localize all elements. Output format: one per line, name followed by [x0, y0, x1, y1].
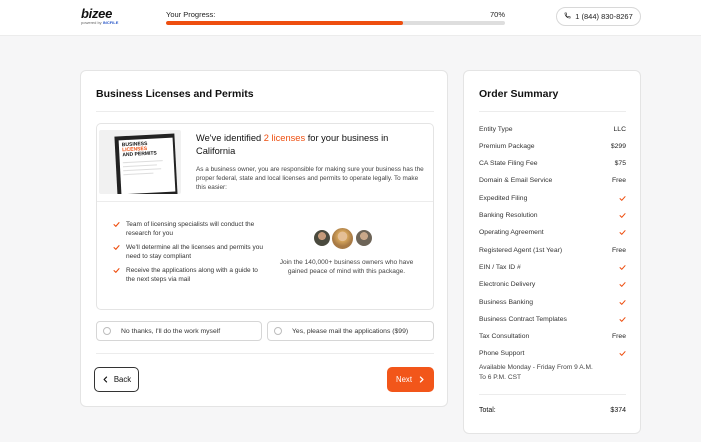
phone-button[interactable]: 1 (844) 830-8267 [556, 7, 641, 26]
progress-label: Your Progress: [166, 10, 216, 19]
mail-applications-option[interactable]: Yes, please mail the applications ($99) [267, 321, 434, 341]
summary-row-label: Operating Agreement [479, 229, 544, 237]
phone-number: 1 (844) 830-8267 [575, 12, 633, 21]
summary-row-value: Free [612, 246, 626, 254]
back-button[interactable]: Back [94, 367, 139, 392]
summary-row-value: $75 [614, 160, 626, 168]
box-divider [97, 201, 433, 202]
licenses-count: 2 licenses [263, 133, 306, 143]
summary-row: Business Banking [479, 297, 626, 307]
check-icon [619, 282, 626, 288]
summary-row: Phone Support [479, 349, 626, 359]
licenses-description: As a business owner, you are responsible… [196, 166, 424, 191]
check-icon [113, 245, 120, 250]
summary-row-label: Entity Type [479, 125, 513, 133]
logo-tagline: powered by INCFILE [81, 20, 119, 25]
summary-row-label: Premium Package [479, 142, 535, 150]
summary-row-label: EIN / Tax ID # [479, 263, 521, 271]
total-label: Total: [479, 407, 496, 414]
list-item: Receive the applications along with a gu… [113, 266, 268, 284]
page-title: Business Licenses and Permits [96, 88, 254, 100]
avatar [312, 228, 332, 248]
summary-row-value: Free [612, 333, 626, 341]
list-item: We'll determine all the licenses and per… [113, 243, 268, 261]
summary-row: EIN / Tax ID # [479, 262, 626, 272]
summary-row-label: Electronic Delivery [479, 281, 536, 289]
back-button-label: Back [113, 375, 132, 384]
next-button-label: Next [395, 375, 413, 384]
summary-row-label: Business Banking [479, 298, 534, 306]
summary-row-label: Banking Resolution [479, 212, 538, 219]
check-icon [619, 299, 626, 305]
check-icon [619, 195, 626, 201]
summary-row: Expedited Filing [479, 193, 626, 203]
next-button[interactable]: Next [387, 367, 434, 392]
check-icon [113, 268, 120, 273]
summary-row: CA State Filing Fee $75 [479, 159, 626, 169]
summary-row: Registered Agent (1st Year) Free [479, 245, 626, 255]
phone-icon [564, 12, 571, 21]
summary-row-label: Domain & Email Service [479, 177, 553, 185]
order-summary-card: Order Summary Entity Type LLC Premium Pack… [463, 70, 641, 434]
summary-row: Electronic Delivery [479, 280, 626, 290]
summary-total-divider [479, 394, 626, 395]
summary-row: Banking Resolution [479, 211, 626, 221]
summary-row-label: Registered Agent (1st Year) [479, 246, 563, 254]
check-icon [619, 316, 626, 322]
avatar [354, 228, 374, 248]
title-divider [96, 111, 434, 112]
logo-wordmark: bizee [81, 6, 113, 21]
radio-button[interactable] [274, 327, 282, 335]
check-icon [619, 213, 626, 218]
summary-row-label: Tax Consultation [479, 333, 530, 341]
summary-row-label: Expedited Filing [479, 194, 528, 202]
support-hours: Available Monday - Friday From 9 A.M. To… [479, 364, 593, 381]
summary-row-value: LLC [613, 125, 626, 133]
social-proof-text: Join the 140,000+ business owners who ha… [279, 259, 414, 275]
decline-option[interactable]: No thanks, I'll do the work myself [96, 321, 262, 341]
top-bar: bizee powered by INCFILE Your Progress: … [0, 0, 701, 36]
total-value: $374 [610, 407, 626, 414]
summary-row-label: Business Contract Templates [479, 315, 567, 323]
customer-avatars [312, 226, 382, 251]
licenses-card: Business Licenses and Permits BUSINESS L… [80, 70, 448, 407]
chevron-left-icon [103, 376, 107, 383]
progress-bar [166, 21, 505, 25]
check-icon [619, 351, 626, 357]
summary-row-value: Free [612, 177, 626, 185]
summary-row: Tax Consultation Free [479, 332, 626, 342]
summary-row-label: CA State Filing Fee [479, 160, 538, 168]
license-info-box: BUSINESS LICENSES AND PERMITS We've iden… [96, 123, 434, 310]
list-item: Team of licensing specialists will condu… [113, 220, 268, 238]
summary-row-label: Phone Support [479, 350, 525, 358]
summary-row: Entity Type LLC [479, 124, 626, 134]
progress-percent: 70% [490, 10, 506, 19]
decline-option-label: No thanks, I'll do the work myself [121, 327, 221, 335]
chevron-right-icon [419, 376, 424, 383]
check-icon [619, 230, 626, 236]
progress-bar-fill [166, 21, 404, 25]
business-licenses-document-image: BUSINESS LICENSES AND PERMITS [99, 130, 181, 194]
avatar [330, 226, 355, 251]
summary-row: Domain & Email Service Free [479, 176, 626, 186]
mail-applications-option-label: Yes, please mail the applications ($99) [292, 327, 409, 335]
check-icon [619, 265, 626, 270]
bizee-logo[interactable]: bizee powered by INCFILE [81, 7, 118, 25]
footer-divider [96, 353, 434, 354]
summary-row-value: $299 [610, 142, 626, 150]
check-icon [113, 222, 120, 227]
radio-button[interactable] [103, 327, 111, 335]
benefits-list: Team of licensing specialists will condu… [113, 220, 268, 289]
order-total: Total: $374 [479, 407, 626, 414]
summary-row: Premium Package $299 [479, 141, 626, 151]
licenses-headline: We've identified 2 licenses for your bus… [196, 133, 389, 156]
summary-row: Business Contract Templates [479, 314, 626, 324]
summary-title-divider [479, 111, 626, 112]
order-summary-title: Order Summary [479, 88, 559, 100]
summary-row: Operating Agreement [479, 228, 626, 238]
